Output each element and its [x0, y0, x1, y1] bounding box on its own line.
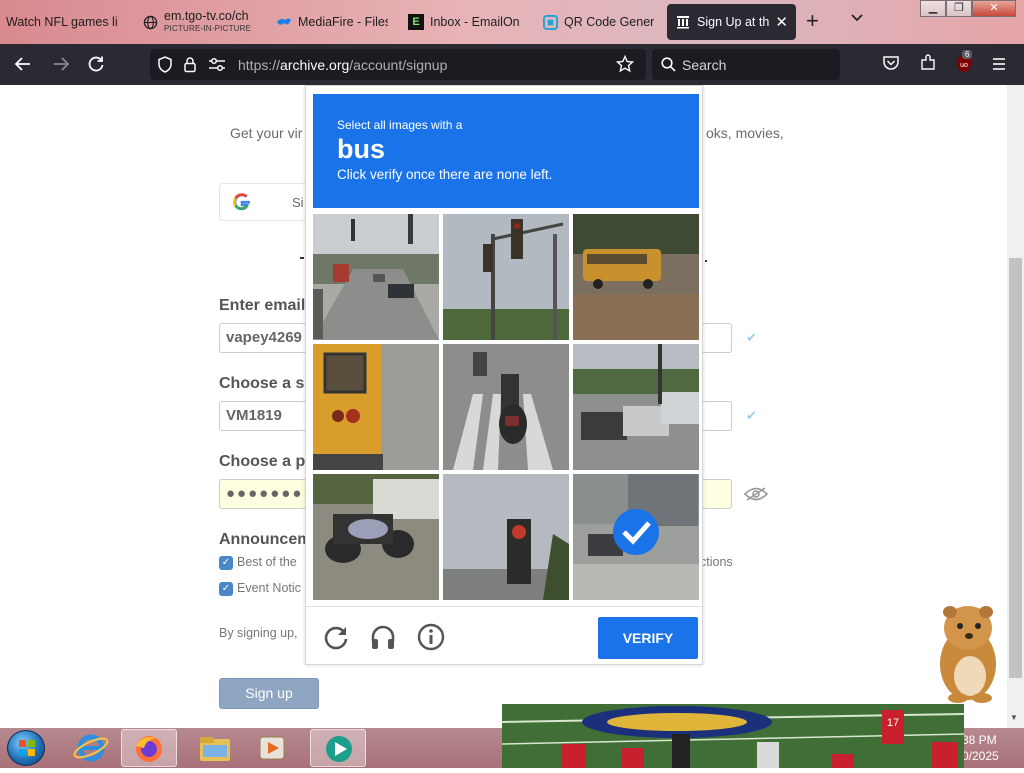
globe-icon: [142, 14, 158, 30]
captcha-header: Select all images with a bus Click verif…: [313, 94, 699, 208]
captcha-tile[interactable]: [573, 214, 699, 340]
url-text[interactable]: https://archive.org/account/signup: [238, 57, 447, 73]
window-close-button[interactable]: ✕: [972, 0, 1016, 17]
tab-label: Watch NFL games li: [6, 15, 118, 29]
screenname-label: Choose a s: [219, 375, 305, 392]
clock[interactable]: 38 PM 0/2025: [962, 732, 999, 764]
info-icon[interactable]: [417, 623, 445, 656]
shield-icon[interactable]: [157, 56, 173, 78]
email-icon: E: [408, 14, 424, 30]
player-number: 17: [887, 717, 899, 729]
show-password-icon[interactable]: [743, 486, 769, 507]
url-bar[interactable]: https://archive.org/account/signup: [150, 49, 646, 80]
archive-icon: [675, 14, 691, 30]
clock-date: 0/2025: [962, 749, 999, 763]
divider: [705, 260, 707, 262]
firefox-icon[interactable]: [121, 729, 177, 767]
start-button[interactable]: [7, 730, 45, 766]
captcha-tile[interactable]: [313, 474, 439, 600]
permissions-icon[interactable]: [208, 57, 226, 77]
verify-button[interactable]: VERIFY: [598, 617, 698, 659]
tab-bar: Watch NFL games li em.tgo-tv.co/ch PICTU…: [0, 0, 1024, 44]
tab-label: MediaFire - Files: [298, 15, 388, 29]
new-tab-button[interactable]: +: [806, 10, 819, 32]
checkbox-label-end: ctions: [700, 555, 733, 569]
captcha-tile[interactable]: [443, 214, 569, 340]
video-app-icon[interactable]: [310, 729, 366, 767]
search-input[interactable]: Search: [652, 49, 840, 80]
tab-label: Sign Up at the: [697, 15, 770, 29]
extension-badge: 6: [962, 50, 973, 59]
signup-button[interactable]: Sign up: [219, 678, 319, 709]
hamster-mascot: [920, 598, 1010, 708]
nav-bar: https://archive.org/account/signup Searc…: [0, 44, 1024, 85]
search-placeholder: Search: [682, 57, 727, 73]
captcha-hint: Click verify once there are none left.: [337, 167, 553, 182]
back-icon[interactable]: [12, 54, 34, 76]
forward-icon[interactable]: [50, 54, 72, 76]
google-icon: [232, 192, 252, 218]
tab-tgo-tv[interactable]: em.tgo-tv.co/ch PICTURE-IN-PICTURE: [142, 4, 252, 40]
email-label: Enter email: [219, 297, 306, 314]
page-subtitle-end: oks, movies,: [706, 125, 784, 141]
captcha-object: bus: [337, 134, 386, 164]
extensions-icon[interactable]: [917, 54, 939, 76]
divider: [306, 606, 704, 607]
tab-sublabel: PICTURE-IN-PICTURE: [164, 23, 252, 33]
tab-label: Inbox - EmailOnl: [430, 15, 520, 29]
qr-icon: [542, 14, 558, 30]
reload-challenge-icon[interactable]: [322, 623, 350, 656]
lock-icon[interactable]: [183, 56, 197, 78]
tab-label: QR Code Genera: [564, 15, 654, 29]
captcha-tile-selected[interactable]: [573, 474, 699, 600]
announcements-label: Announcem: [219, 531, 312, 548]
captcha-dialog: Select all images with a bus Click verif…: [305, 85, 704, 665]
maximize-button[interactable]: ❐: [946, 0, 972, 17]
scrollbar-thumb[interactable]: [1009, 258, 1022, 678]
reload-icon[interactable]: [85, 54, 107, 76]
captcha-tile[interactable]: [313, 214, 439, 340]
captcha-instruction: Select all images with a: [337, 118, 463, 132]
tab-archive-signup[interactable]: Sign Up at the ✕: [667, 4, 796, 40]
media-player-icon[interactable]: [245, 729, 301, 767]
event-notices-checkbox[interactable]: ✓: [219, 582, 233, 596]
event-notices-label: Event Notic: [237, 581, 301, 595]
divider: [300, 257, 304, 259]
tab-emailonline[interactable]: E Inbox - EmailOnl: [408, 4, 520, 40]
mediafire-icon: [276, 14, 292, 30]
captcha-tile[interactable]: [313, 344, 439, 470]
best-of-label: Best of the: [237, 555, 297, 569]
captcha-tile[interactable]: [573, 344, 699, 470]
file-explorer-icon[interactable]: [188, 729, 244, 767]
close-tab-icon[interactable]: ✕: [775, 13, 788, 31]
google-signin-label: Si: [292, 195, 304, 210]
chevron-down-icon[interactable]: [850, 12, 864, 26]
picture-in-picture-video[interactable]: 17: [502, 704, 964, 768]
search-icon: [661, 57, 676, 77]
terms-text: By signing up,: [219, 626, 298, 640]
check-icon: ✔: [746, 408, 757, 423]
tab-qr-code[interactable]: QR Code Genera: [542, 4, 654, 40]
best-of-checkbox[interactable]: ✓: [219, 556, 233, 570]
clock-time: 38 PM: [962, 733, 997, 747]
captcha-tile[interactable]: [443, 474, 569, 600]
menu-icon[interactable]: [988, 54, 1010, 76]
scroll-down-icon[interactable]: ▼: [1010, 713, 1018, 722]
check-icon: ✔: [746, 330, 757, 345]
tab-mediafire[interactable]: MediaFire - Files: [276, 4, 388, 40]
internet-explorer-icon[interactable]: [64, 729, 120, 767]
pocket-icon[interactable]: [880, 54, 902, 76]
tab-nfl-games[interactable]: Watch NFL games li: [6, 4, 118, 40]
minimize-button[interactable]: ▁: [920, 0, 946, 17]
captcha-tile[interactable]: [443, 344, 569, 470]
audio-challenge-icon[interactable]: [369, 623, 397, 656]
password-label: Choose a p: [219, 453, 306, 470]
svg-text:uo: uo: [960, 62, 968, 69]
bookmark-star-icon[interactable]: [615, 54, 635, 78]
page-subtitle: Get your vir: [230, 125, 303, 141]
